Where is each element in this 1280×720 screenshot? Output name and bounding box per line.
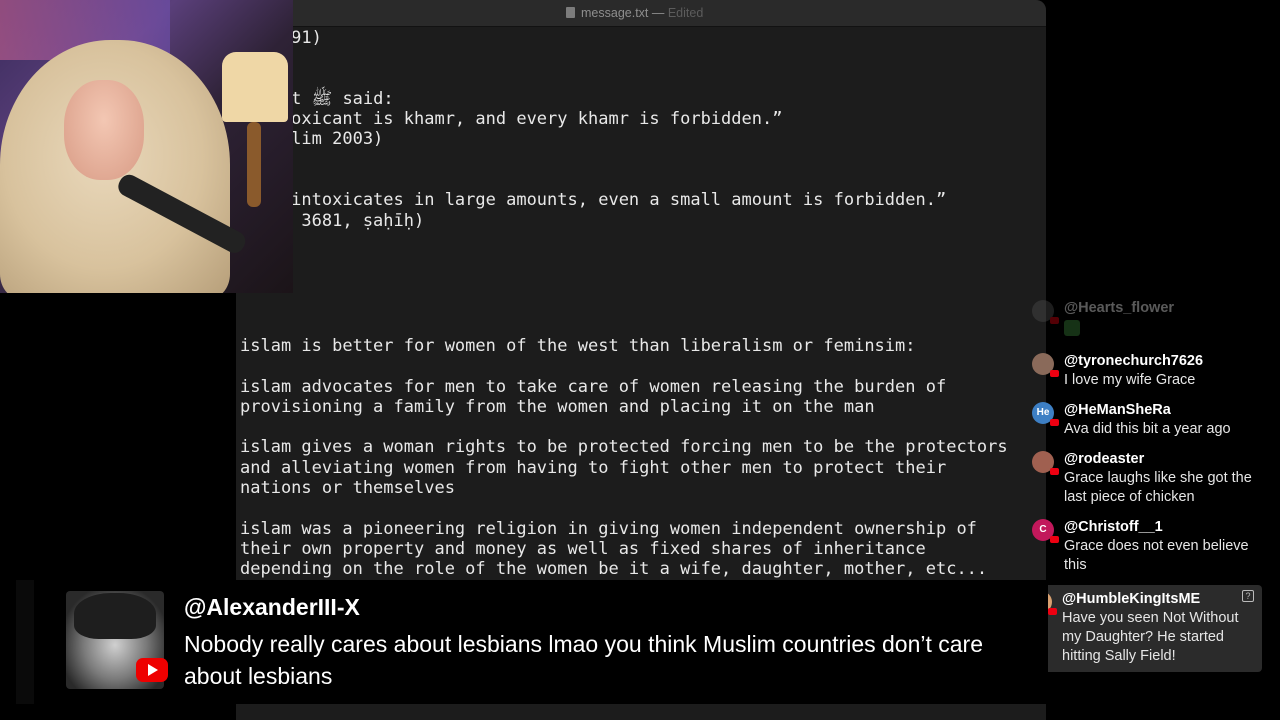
featured-author: @AlexanderIII-X: [184, 594, 360, 620]
avatar: [1032, 451, 1059, 475]
youtube-icon: [1050, 536, 1059, 543]
text-line: [240, 417, 1040, 437]
text-line: islam gives a woman rights to be protect…: [240, 437, 1008, 458]
lamp-base: [247, 122, 261, 207]
youtube-icon: [136, 658, 168, 682]
chat-text: Grace laughs like she got the last piece…: [1064, 470, 1252, 505]
lamp: [222, 52, 288, 122]
text-line: islam is better for women of the west th…: [240, 336, 916, 356]
text-line: ever intoxicates in large amounts, even …: [240, 190, 947, 211]
text-line: nations or themselves: [240, 478, 455, 499]
youtube-icon: [1048, 608, 1057, 615]
text-line: their own property and money as well as …: [240, 538, 926, 559]
avatar: [1032, 353, 1059, 377]
editor-titlebar: message.txt — Edited: [236, 0, 1046, 27]
youtube-icon: [1050, 370, 1059, 377]
window-title: message.txt — Edited: [566, 6, 703, 20]
avatar: C: [1032, 519, 1059, 543]
chat-author: @rodeaster: [1064, 451, 1145, 467]
youtube-icon: [1050, 419, 1059, 426]
chat-text: Grace does not even believe this: [1064, 538, 1249, 573]
document-text-upper[interactable]: an 5:91) hrophet ﷺ said:y intoxicant is k…: [240, 28, 1040, 231]
chat-author: @Christoff__1: [1064, 519, 1163, 535]
chat-message[interactable]: C @Christoff__1 Grace does not even believ…: [1030, 517, 1262, 575]
text-line: [240, 150, 1040, 170]
chat-message[interactable]: He @HeManSheRa Ava did this bit a year ago: [1030, 400, 1262, 439]
text-line: rophet ﷺ said:: [240, 88, 394, 109]
text-line: h: [240, 69, 1040, 89]
streamer-face: [64, 80, 144, 180]
chat-message[interactable]: @rodeaster Grace laughs like she got the …: [1030, 449, 1262, 507]
text-line: islam was a pioneering religion in givin…: [240, 518, 977, 539]
text-line: depending on the role of the women be it…: [240, 559, 988, 580]
chat-text: Have you seen Not Without my Daughter? H…: [1062, 610, 1239, 664]
text-line: [240, 356, 1040, 376]
text-line: [240, 498, 1040, 518]
edited-status: Edited: [667, 6, 704, 20]
text-line: y intoxicant is khamr, and every khamr i…: [240, 109, 783, 130]
filename: message.txt: [581, 6, 649, 20]
text-line: Dāwūd 3681, ṣaḥīḥ): [240, 210, 425, 231]
chat-author: @Hearts_flower: [1064, 300, 1175, 316]
chat-message[interactable]: @HumbleKingItsME Have you seen Not Withou…: [1028, 585, 1262, 672]
document-icon: [566, 7, 575, 18]
avatar: He: [1032, 402, 1059, 426]
chat-message[interactable]: @Hearts_flower: [1030, 298, 1262, 341]
avatar: [1032, 300, 1059, 324]
featured-comment-text: Nobody really cares about lesbians lmao …: [184, 631, 984, 689]
question-icon[interactable]: ?: [1242, 590, 1254, 602]
youtube-icon: [1050, 468, 1059, 475]
text-line: provisioning a family from the women and…: [240, 396, 875, 417]
text-line: and alleviating women from having to fig…: [240, 457, 947, 478]
chat-text: Ava did this bit a year ago: [1064, 421, 1231, 437]
text-line: ḥ Muslim 2003): [240, 129, 384, 150]
chat-author: @HeManSheRa: [1064, 402, 1171, 418]
text-line: [240, 48, 1040, 68]
text-line: [240, 170, 1040, 190]
youtube-icon: [1050, 317, 1059, 324]
featured-comment-banner: @AlexanderIII-X Nobody really cares abou…: [16, 580, 1048, 704]
text-line: an 5:91): [240, 28, 322, 48]
live-chat: @Hearts_flower @tyronechurch7626 I love my…: [1028, 298, 1262, 682]
text-line: islam advocates for men to take care of …: [240, 376, 947, 397]
webcam-overlay: [0, 0, 293, 293]
chat-author: @HumbleKingItsME: [1062, 591, 1201, 607]
chat-message[interactable]: @tyronechurch7626 I love my wife Grace: [1030, 351, 1262, 390]
chat-text: I love my wife Grace: [1064, 372, 1196, 388]
pepe-emote-icon: [1064, 320, 1080, 336]
chat-author: @tyronechurch7626: [1064, 353, 1204, 369]
